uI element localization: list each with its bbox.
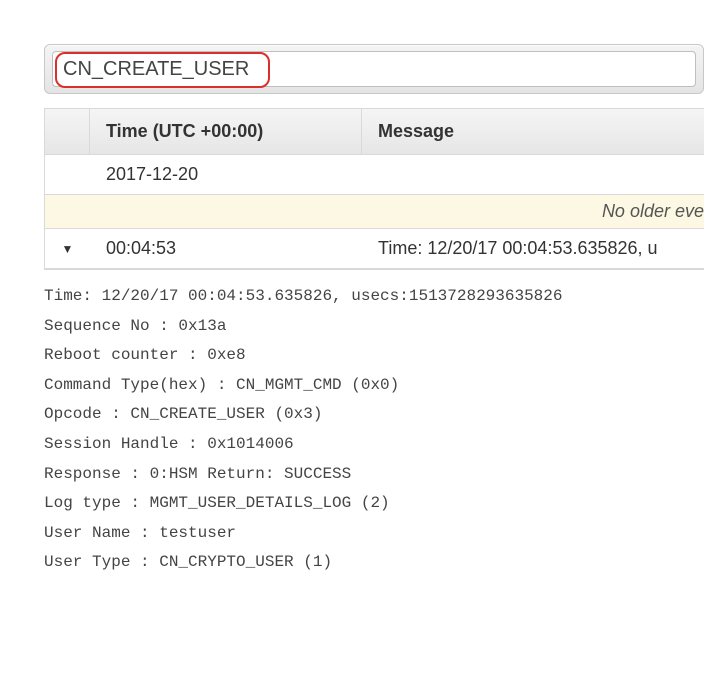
time-header[interactable]: Time (UTC +00:00) xyxy=(90,109,362,154)
event-time: 00:04:53 xyxy=(90,229,362,268)
table-header: Time (UTC +00:00) Message xyxy=(45,109,704,155)
detail-response: Response : 0:HSM Return: SUCCESS xyxy=(44,460,710,490)
detail-user-type: User Type : CN_CRYPTO_USER (1) xyxy=(44,548,710,578)
detail-time: Time: 12/20/17 00:04:53.635826, usecs:15… xyxy=(44,282,710,312)
search-input[interactable] xyxy=(52,51,696,87)
date-group-row: 2017-12-20 xyxy=(45,155,704,195)
detail-command-type: Command Type(hex) : CN_MGMT_CMD (0x0) xyxy=(44,371,710,401)
detail-log-type: Log type : MGMT_USER_DETAILS_LOG (2) xyxy=(44,489,710,519)
date-group-label: 2017-12-20 xyxy=(90,155,362,194)
older-notice-text: No older eve xyxy=(45,195,704,228)
expand-header xyxy=(45,109,90,154)
detail-session-handle: Session Handle : 0x1014006 xyxy=(44,430,710,460)
no-older-events-notice: No older eve xyxy=(45,195,704,229)
caret-down-icon[interactable]: ▼ xyxy=(62,242,74,256)
event-message-preview: Time: 12/20/17 00:04:53.635826, u xyxy=(362,229,704,268)
detail-sequence: Sequence No : 0x13a xyxy=(44,312,710,342)
search-bar xyxy=(44,44,704,94)
event-row[interactable]: ▼ 00:04:53 Time: 12/20/17 00:04:53.63582… xyxy=(45,229,704,269)
event-details: Time: 12/20/17 00:04:53.635826, usecs:15… xyxy=(44,270,710,578)
events-table: Time (UTC +00:00) Message 2017-12-20 No … xyxy=(44,108,704,270)
message-header[interactable]: Message xyxy=(362,109,704,154)
detail-user-name: User Name : testuser xyxy=(44,519,710,549)
detail-opcode: Opcode : CN_CREATE_USER (0x3) xyxy=(44,400,710,430)
detail-reboot-counter: Reboot counter : 0xe8 xyxy=(44,341,710,371)
